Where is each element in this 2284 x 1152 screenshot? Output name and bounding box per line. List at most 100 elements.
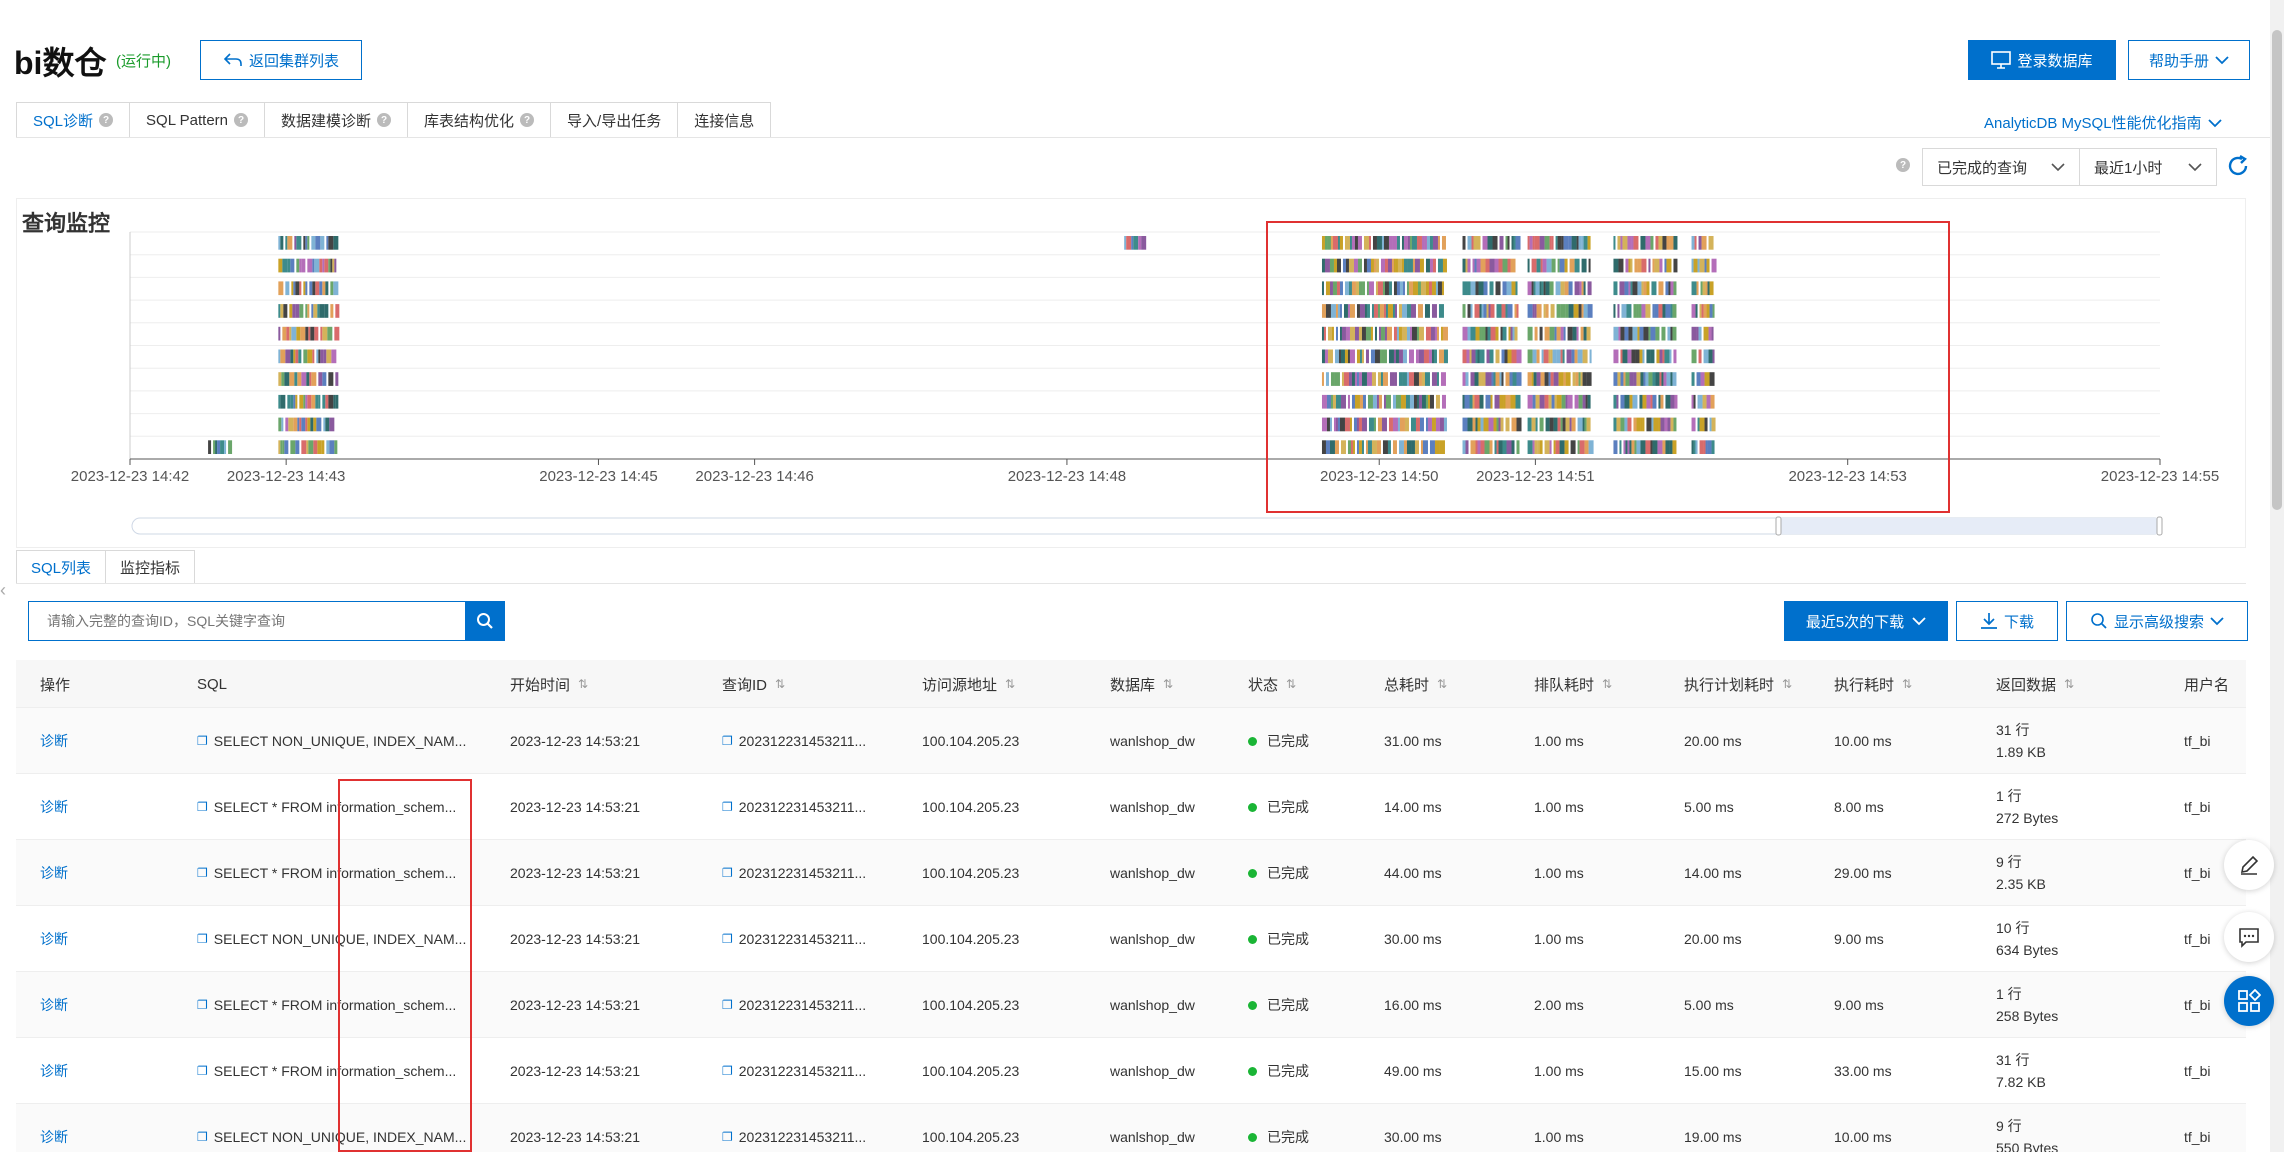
query-mark <box>313 440 318 454</box>
sql-text[interactable]: SELECT * FROM information_schem... <box>214 1063 456 1079</box>
query-mark <box>1381 349 1387 364</box>
query-mark <box>1381 236 1384 250</box>
column-header[interactable]: 访问源地址 ⇅ <box>922 660 1015 708</box>
query-id-text[interactable]: 202312231453211... <box>739 799 866 815</box>
copy-icon[interactable]: ❐ <box>197 932 208 946</box>
query-mark <box>1567 394 1573 409</box>
query-mark <box>1527 349 1533 364</box>
copy-icon[interactable]: ❐ <box>722 998 733 1012</box>
query-id-text[interactable]: 202312231453211... <box>739 733 866 749</box>
sort-icon[interactable]: ⇅ <box>1902 677 1912 691</box>
query-mark <box>292 304 296 318</box>
column-header[interactable]: 总耗时 ⇅ <box>1384 660 1447 708</box>
diagnose-link[interactable]: 诊断 <box>40 929 68 949</box>
sort-icon[interactable]: ⇅ <box>1005 677 1015 691</box>
advanced-search-button[interactable]: 显示高级搜索 <box>2066 601 2248 641</box>
returned-size: 272 Bytes <box>1996 810 2059 826</box>
query-mark <box>228 440 233 454</box>
copy-icon[interactable]: ❐ <box>197 866 208 880</box>
query-mark <box>1549 281 1554 296</box>
collapse-arrow-icon[interactable]: ‹ <box>0 580 12 610</box>
query-mark <box>1437 236 1440 250</box>
column-header[interactable]: 执行耗时 ⇅ <box>1834 660 1912 708</box>
sql-text[interactable]: SELECT NON_UNIQUE, INDEX_NAM... <box>214 931 467 947</box>
query-mark <box>1419 258 1424 273</box>
subtab-0[interactable]: SQL列表 <box>16 550 107 584</box>
page-scroll-thumb[interactable] <box>2272 30 2282 510</box>
diagnose-link[interactable]: 诊断 <box>40 1061 68 1081</box>
query-mark <box>1583 236 1588 250</box>
query-mark <box>1425 326 1431 341</box>
apps-fab[interactable] <box>2224 976 2274 1026</box>
diagnose-link[interactable]: 诊断 <box>40 731 68 751</box>
search-button[interactable] <box>465 601 505 641</box>
edit-fab[interactable] <box>2224 840 2274 890</box>
recent-downloads-button[interactable]: 最近5次的下载 <box>1784 601 1948 641</box>
diagnose-link[interactable]: 诊断 <box>40 797 68 817</box>
sql-text[interactable]: SELECT * FROM information_schem... <box>214 799 456 815</box>
cell-qid: ❐ 202312231453211... <box>722 1104 866 1152</box>
query-mark <box>311 372 317 386</box>
diagnose-link[interactable]: 诊断 <box>40 1127 68 1147</box>
column-header[interactable]: 数据库 ⇅ <box>1110 660 1173 708</box>
query-mark <box>1467 326 1471 341</box>
query-mark <box>1465 440 1469 454</box>
copy-icon[interactable]: ❐ <box>197 1064 208 1078</box>
column-header[interactable]: 开始时间 ⇅ <box>510 660 588 708</box>
sort-icon[interactable]: ⇅ <box>1437 677 1447 691</box>
query-mark <box>1406 326 1410 341</box>
sort-icon[interactable]: ⇅ <box>775 677 785 691</box>
sort-icon[interactable]: ⇅ <box>578 677 588 691</box>
query-id-text[interactable]: 202312231453211... <box>739 1063 866 1079</box>
chat-fab[interactable] <box>2224 912 2274 962</box>
sort-icon[interactable]: ⇅ <box>1286 677 1296 691</box>
sql-text[interactable]: SELECT NON_UNIQUE, INDEX_NAM... <box>214 1129 467 1145</box>
copy-icon[interactable]: ❐ <box>197 998 208 1012</box>
query-mark <box>301 440 307 454</box>
query-search-input[interactable] <box>47 613 447 629</box>
query-id-text[interactable]: 202312231453211... <box>739 1129 866 1145</box>
query-mark <box>1418 394 1422 409</box>
query-mark <box>1625 440 1628 454</box>
query-mark <box>1560 281 1565 296</box>
copy-icon[interactable]: ❐ <box>197 800 208 814</box>
sql-text[interactable]: SELECT NON_UNIQUE, INDEX_NAM... <box>214 733 467 749</box>
column-header[interactable]: 排队耗时 ⇅ <box>1534 660 1612 708</box>
copy-icon[interactable]: ❐ <box>722 932 733 946</box>
copy-icon[interactable]: ❐ <box>722 800 733 814</box>
cell-db: wanlshop_dw <box>1110 733 1195 749</box>
query-mark <box>1503 394 1506 409</box>
sort-icon[interactable]: ⇅ <box>1782 677 1792 691</box>
diagnose-link[interactable]: 诊断 <box>40 863 68 883</box>
copy-icon[interactable]: ❐ <box>197 1130 208 1144</box>
copy-icon[interactable]: ❐ <box>197 734 208 748</box>
sort-icon[interactable]: ⇅ <box>2064 677 2074 691</box>
diagnose-link[interactable]: 诊断 <box>40 995 68 1015</box>
query-mark <box>1507 236 1510 250</box>
sql-text[interactable]: SELECT * FROM information_schem... <box>214 997 456 1013</box>
copy-icon[interactable]: ❐ <box>722 734 733 748</box>
column-header[interactable]: 状态 ⇅ <box>1248 660 1296 708</box>
query-mark <box>1332 236 1338 250</box>
copy-icon[interactable]: ❐ <box>722 866 733 880</box>
download-button[interactable]: 下载 <box>1956 601 2058 641</box>
query-search-box[interactable] <box>28 601 466 641</box>
query-mark <box>1327 326 1332 341</box>
query-mark <box>1624 417 1628 432</box>
query-id-text[interactable]: 202312231453211... <box>739 997 866 1013</box>
sql-text[interactable]: SELECT * FROM information_schem... <box>214 865 456 881</box>
copy-icon[interactable]: ❐ <box>722 1064 733 1078</box>
column-header[interactable]: 返回数据 ⇅ <box>1996 660 2074 708</box>
query-mark <box>278 258 283 273</box>
query-id-text[interactable]: 202312231453211... <box>739 931 866 947</box>
column-header[interactable]: 查询ID ⇅ <box>722 660 785 708</box>
column-header[interactable]: 执行计划耗时 ⇅ <box>1684 660 1792 708</box>
subtab-1[interactable]: 监控指标 <box>105 550 196 584</box>
query-mark <box>1467 236 1472 250</box>
query-id-text[interactable]: 202312231453211... <box>739 865 866 881</box>
copy-icon[interactable]: ❐ <box>722 1130 733 1144</box>
query-mark <box>1511 349 1517 364</box>
query-mark <box>287 236 293 250</box>
sort-icon[interactable]: ⇅ <box>1163 677 1173 691</box>
sort-icon[interactable]: ⇅ <box>1602 677 1612 691</box>
